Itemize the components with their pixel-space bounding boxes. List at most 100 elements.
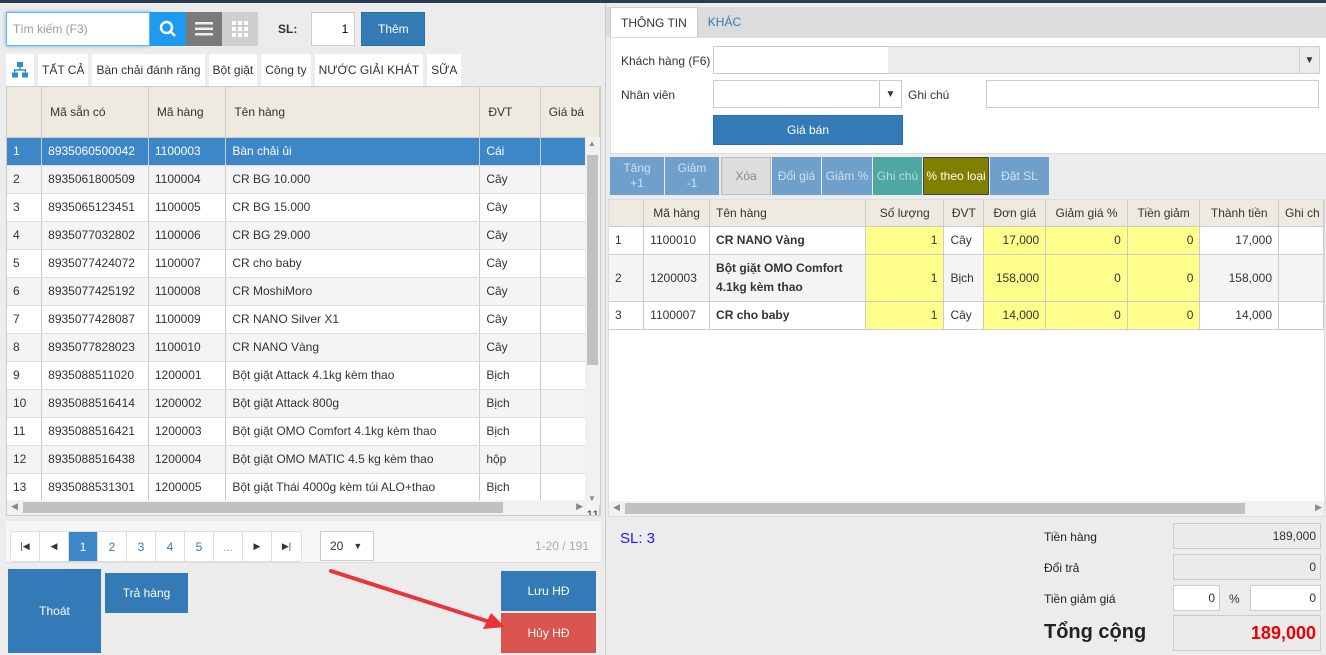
cart-row[interactable]: 3 1100007 CR cho baby 1 Cây 14,000 0 0 14,000 — [609, 301, 1324, 330]
product-vertical-scrollbar[interactable]: ▲ ▼ — [585, 137, 600, 505]
set-qty-button[interactable]: Đặt SL — [990, 157, 1049, 195]
col-name[interactable]: Tên hàng — [225, 87, 481, 138]
product-row[interactable]: 1 8935060500042 1100003 Bàn chải ủi Cái — [7, 137, 600, 166]
col-line-total[interactable]: Thành tiền — [1199, 200, 1279, 227]
chevron-down-icon[interactable]: ▼ — [879, 81, 901, 107]
page-3[interactable]: 3 — [127, 532, 156, 561]
page-size-select[interactable]: 20 ▼ — [320, 531, 374, 561]
note-cell[interactable] — [1278, 254, 1324, 302]
tab-info[interactable]: THÔNG TIN — [610, 7, 698, 37]
col-unit-price[interactable]: Đơn giá — [983, 200, 1047, 227]
quantity-input[interactable] — [311, 12, 356, 46]
search-button[interactable] — [150, 12, 186, 46]
scroll-right-icon[interactable]: ▶ — [576, 501, 583, 512]
change-price-button[interactable]: Đổi giá — [772, 157, 821, 195]
next-page-button[interactable]: ▶ — [243, 532, 272, 561]
unit-price-cell[interactable]: 17,000 — [983, 226, 1047, 255]
scroll-down-icon[interactable]: ▼ — [588, 494, 596, 503]
page-5[interactable]: 5 — [185, 532, 214, 561]
category-milk[interactable]: SỮA — [427, 54, 462, 86]
decrease-qty-button[interactable]: Giảm -1 — [665, 157, 719, 195]
product-row[interactable]: 589350774240721100007CR cho babyCây1 — [7, 249, 600, 278]
col-discount-pct[interactable]: Giảm giá % — [1045, 200, 1128, 227]
product-row[interactable]: 7 8935077428087 1100009 CR NANO Silver X1 Câ… — [7, 305, 600, 334]
col-unit[interactable]: ĐVT — [479, 87, 541, 138]
col-barcode[interactable]: Mã sẵn có — [41, 87, 149, 138]
product-row[interactable]: 12 8935088516438 1200004 Bột giặt OMO MATIC… — [7, 445, 600, 474]
discount-percent-button[interactable]: Giảm % — [822, 157, 872, 195]
page-ellipsis[interactable]: ... — [214, 532, 243, 561]
page-2[interactable]: 2 — [98, 532, 127, 561]
category-company[interactable]: Công ty — [261, 54, 311, 86]
product-row[interactable]: 689350774251921100008CR MoshiMoroCây2 — [7, 277, 600, 306]
col-discount-amt[interactable]: Tiền giảm — [1127, 200, 1201, 227]
increase-qty-button[interactable]: Tăng +1 — [610, 157, 664, 195]
category-tree-button[interactable] — [6, 54, 34, 86]
unit-price-cell[interactable]: 14,000 — [983, 301, 1047, 330]
product-row[interactable]: 489350770328021100006CR BG 29.000Cây2 — [7, 221, 600, 250]
col-code[interactable]: Mã hàng — [643, 200, 711, 227]
product-row[interactable]: 13 8935088531301 1200005 Bột giặt Thái 4000… — [7, 473, 600, 502]
discount-amt-cell[interactable]: 0 — [1127, 254, 1201, 302]
discount-percent-input[interactable]: 0 — [1173, 585, 1220, 611]
scroll-thumb[interactable] — [23, 502, 503, 513]
discount-amt-cell[interactable]: 0 — [1127, 301, 1201, 330]
percent-by-type-button[interactable]: % theo loại — [923, 157, 989, 195]
chevron-down-icon[interactable]: ▼ — [1299, 47, 1319, 73]
product-row[interactable]: 889350778280231100010CR NANO VàngCây1 — [7, 333, 600, 362]
qty-cell[interactable]: 1 — [865, 301, 945, 330]
price-list-button[interactable]: Giá bán — [713, 115, 903, 145]
product-row[interactable]: 10 8935088516414 1200002 Bột giặt Attack 80… — [7, 389, 600, 418]
note-input[interactable] — [986, 80, 1319, 108]
col-code[interactable]: Mã hàng — [148, 87, 227, 138]
product-row[interactable]: 9 8935088511020 1200001 Bột giặt Attack 4.1… — [7, 361, 600, 390]
note-button[interactable]: Ghi chú — [873, 157, 922, 195]
tab-other[interactable]: KHÁC — [698, 7, 751, 37]
category-drinks[interactable]: NƯỚC GIẢI KHÁT — [314, 54, 424, 86]
note-cell[interactable] — [1278, 226, 1324, 255]
unit-price-cell[interactable]: 158,000 — [983, 254, 1047, 302]
scroll-right-icon[interactable]: ▶ — [1315, 502, 1322, 513]
product-horizontal-scrollbar[interactable]: ◀ ▶ — [7, 500, 587, 515]
page-4[interactable]: 4 — [156, 532, 185, 561]
col-price[interactable]: Giá bá — [540, 87, 600, 138]
scroll-left-icon[interactable]: ◀ — [613, 502, 620, 513]
cart-row[interactable]: 2 1200003 Bột giặt OMO Comfort 4.1kg kèm t… — [609, 254, 1324, 302]
grid-view-button[interactable] — [222, 12, 258, 46]
col-qty[interactable]: Số lượng — [865, 200, 945, 227]
search-input[interactable] — [6, 12, 150, 46]
product-row[interactable]: 2 8935061800509 1100004 CR BG 10.000 Cây — [7, 165, 600, 194]
qty-cell[interactable]: 1 — [865, 254, 945, 302]
cart-horizontal-scrollbar[interactable]: ◀ ▶ — [609, 501, 1324, 516]
category-all[interactable]: TẤT CẢ — [38, 54, 89, 86]
customer-select[interactable]: ▼ — [713, 46, 1320, 74]
col-note[interactable]: Ghi ch — [1278, 200, 1324, 227]
add-button[interactable]: Thêm — [361, 12, 426, 46]
col-unit[interactable]: ĐVT — [943, 200, 985, 227]
category-toothbrush[interactable]: Bàn chải đánh răng — [92, 54, 205, 86]
discount-pct-cell[interactable]: 0 — [1045, 301, 1128, 330]
product-row[interactable]: 389350651234511100005CR BG 15.000Cây1 — [7, 193, 600, 222]
first-page-button[interactable]: |◀ — [11, 532, 40, 561]
staff-select[interactable]: ▼ — [713, 80, 902, 108]
scroll-thumb[interactable] — [587, 155, 598, 365]
discount-amt-cell[interactable]: 0 — [1127, 226, 1201, 255]
cancel-invoice-button[interactable]: Hủy HĐ — [501, 613, 596, 653]
cart-row[interactable]: 1 1100010 CR NANO Vàng 1 Cây 17,000 0 0 17,000 — [609, 226, 1324, 255]
category-detergent[interactable]: Bột giặt — [208, 54, 258, 86]
scroll-left-icon[interactable]: ◀ — [11, 501, 18, 512]
qty-cell[interactable]: 1 — [865, 226, 945, 255]
exit-button[interactable]: Thoát — [8, 569, 101, 653]
save-invoice-button[interactable]: Lưu HĐ — [501, 571, 596, 611]
discount-pct-cell[interactable]: 0 — [1045, 226, 1128, 255]
col-name[interactable]: Tên hàng — [709, 200, 867, 227]
delete-button[interactable]: Xóa — [721, 157, 771, 195]
scroll-up-icon[interactable]: ▲ — [588, 139, 596, 148]
discount-amount-input[interactable]: 0 — [1250, 585, 1321, 611]
page-1[interactable]: 1 — [69, 532, 98, 561]
list-view-button[interactable] — [186, 12, 222, 46]
scroll-thumb[interactable] — [625, 503, 1245, 514]
product-row[interactable]: 11 8935088516421 1200003 Bột giặt OMO Comfo… — [7, 417, 600, 446]
prev-page-button[interactable]: ◀ — [40, 532, 69, 561]
last-page-button[interactable]: ▶| — [272, 532, 301, 561]
